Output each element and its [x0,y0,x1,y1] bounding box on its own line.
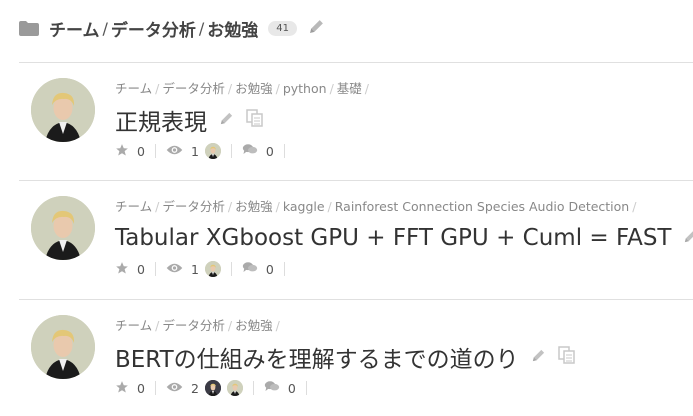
stat-divider [230,262,232,276]
category-separator: / [632,199,637,214]
eye-icon [166,262,183,277]
category-link[interactable]: データ分析 [162,199,225,214]
comments-stat[interactable]: 0 [264,380,296,396]
views-stat-count: 1 [190,261,199,277]
stat-divider [305,381,307,395]
comments-stat[interactable]: 0 [242,261,274,277]
category-link[interactable]: お勉強 [235,199,273,214]
star-stat-count: 0 [137,380,145,396]
category-separator: / [155,199,160,214]
comments-stat[interactable]: 0 [242,143,274,159]
stat-divider [154,144,156,158]
views-stat-count: 1 [190,143,199,159]
copy-icon[interactable] [246,109,264,131]
category-separator: / [155,81,160,96]
pencil-icon[interactable] [683,229,693,248]
star-icon [115,261,129,278]
post-item[interactable]: チーム / データ分析 / お勉強 / BERTの仕組みを理解するまでの道のり 0 2 0 [19,300,693,410]
post-title[interactable]: BERTの仕組みを理解するまでの道のり [115,340,519,374]
stat-divider [283,144,285,158]
comments-icon [242,143,258,159]
folder-icon [19,21,39,36]
category-separator: / [227,318,233,333]
author-avatar[interactable] [31,315,95,379]
views-stat[interactable]: 1 [166,261,221,277]
viewer-avatar[interactable] [204,261,221,277]
category-separator: / [275,318,280,333]
category-link[interactable]: チーム [115,318,152,333]
category-separator: / [329,81,334,96]
stat-divider [154,381,156,395]
comments-icon [264,380,280,396]
category-link[interactable]: kaggle [283,199,325,214]
post-stats: 0 2 0 [115,379,693,397]
post-category-path: チーム / データ分析 / お勉強 / python / 基礎 / [115,81,693,97]
breadcrumb-study[interactable]: お勉強 [207,16,258,41]
breadcrumb-separator: / [102,18,108,38]
post-title[interactable]: Tabular XGboost GPU + FFT GPU + Cuml = F… [115,225,671,251]
category-separator: / [227,81,233,96]
post-category-path: チーム / データ分析 / お勉強 / kaggle / Rainforest Connecti… [115,199,693,215]
category-separator: / [155,318,160,333]
star-stat[interactable]: 0 [115,261,145,278]
post-stats: 0 1 0 [115,260,693,278]
group-breadcrumb: チーム / データ分析 / お勉強 41 [19,14,325,42]
comments-stat-count: 0 [287,380,296,396]
copy-icon[interactable] [557,346,576,368]
eye-icon [166,144,183,159]
stat-divider [230,144,232,158]
author-avatar[interactable] [31,196,95,260]
comments-stat-count: 0 [265,261,274,277]
category-link[interactable]: チーム [115,199,152,214]
post-item[interactable]: チーム / データ分析 / お勉強 / python / 基礎 / 正規表現 0 1 0 [19,63,693,173]
category-separator: / [364,81,370,96]
post-stats: 0 1 0 [115,142,693,160]
category-link[interactable]: Rainforest Connection Species Audio Dete… [335,199,629,214]
star-stat[interactable]: 0 [115,380,145,397]
category-link[interactable]: データ分析 [162,318,225,333]
star-stat-count: 0 [137,261,145,277]
comments-icon [242,261,258,277]
views-stat-count: 2 [190,380,199,396]
pencil-icon[interactable] [531,348,546,367]
star-icon [115,380,129,397]
breadcrumb-separator: / [198,18,205,38]
views-stat[interactable]: 2 [166,380,243,396]
star-stat-count: 0 [137,143,145,159]
breadcrumb-data-analysis[interactable]: データ分析 [111,16,196,41]
star-icon [115,143,129,160]
post-item[interactable]: チーム / データ分析 / お勉強 / kaggle / Rainforest Connecti… [19,181,693,291]
category-separator: / [227,199,233,214]
viewer-avatar[interactable] [204,143,221,159]
pencil-icon[interactable] [219,111,234,130]
breadcrumb-team[interactable]: チーム [49,16,100,41]
category-link[interactable]: データ分析 [162,81,225,96]
category-separator: / [275,81,280,96]
category-link[interactable]: お勉強 [235,318,273,333]
pencil-icon[interactable] [308,18,325,39]
category-link[interactable]: お勉強 [235,81,273,96]
eye-icon [166,381,183,396]
category-separator: / [327,199,332,214]
comments-stat-count: 0 [265,143,274,159]
viewer-avatar[interactable] [204,380,221,396]
stat-divider [283,262,285,276]
category-link[interactable]: python [283,81,327,96]
post-category-path: チーム / データ分析 / お勉強 / [115,318,693,334]
stat-divider [154,262,156,276]
post-title[interactable]: 正規表現 [115,103,207,137]
post-count-badge: 41 [268,20,298,36]
stat-divider [252,381,254,395]
category-link[interactable]: 基礎 [337,81,362,96]
category-link[interactable]: チーム [115,81,152,96]
views-stat[interactable]: 1 [166,143,221,159]
category-separator: / [275,199,280,214]
author-avatar[interactable] [31,78,95,142]
viewer-avatar[interactable] [226,380,243,396]
star-stat[interactable]: 0 [115,143,145,160]
